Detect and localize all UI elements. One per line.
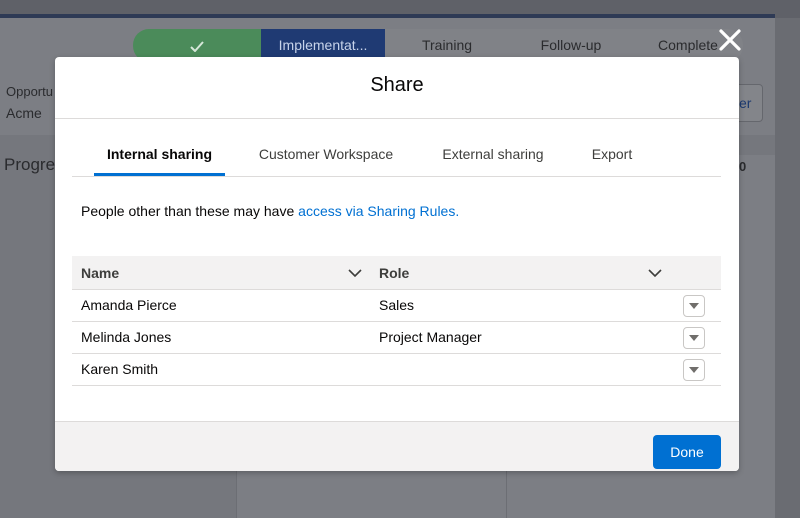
table-row: Amanda Pierce Sales [72,290,721,322]
chevron-down-icon[interactable] [648,267,662,279]
account-name: Acme [6,105,42,121]
close-modal-button[interactable] [716,26,744,54]
caret-down-icon [689,335,699,341]
row-name: Karen Smith [81,361,159,377]
opportunity-label: Opportu [6,84,53,99]
info-text: People other than these may have [81,203,299,219]
tab-internal-sharing[interactable]: Internal sharing [94,137,225,176]
tab-external-sharing[interactable]: External sharing [432,137,554,177]
table-row: Melinda Jones Project Manager [72,322,721,354]
sharing-info-text: People other than these may have access … [81,203,459,219]
row-actions-button[interactable] [683,295,705,317]
modal-title: Share [370,74,424,96]
background-right-edge [775,18,800,518]
modal-header: Share [55,57,739,119]
table-header: Name Role [72,256,721,290]
column-header-name[interactable]: Name [81,256,119,290]
row-name: Melinda Jones [81,329,172,345]
sharing-table: Name Role Amanda Pierce Sales Melinda Jo… [72,256,721,386]
tab-customer-workspace[interactable]: Customer Workspace [247,137,405,177]
done-button[interactable]: Done [653,435,721,469]
row-role: Project Manager [379,329,482,345]
tab-export[interactable]: Export [582,137,642,177]
sharing-rules-link[interactable]: access via Sharing Rules. [298,203,459,219]
background-count: 0 [739,159,747,174]
row-actions-button[interactable] [683,359,705,381]
row-role: Sales [379,297,415,313]
row-name: Amanda Pierce [81,297,177,313]
caret-down-icon [689,367,699,373]
share-modal: Share Internal sharing Customer Workspac… [55,57,739,471]
header-action-button[interactable]: er [735,84,763,122]
header-action-label: er [739,95,752,111]
close-icon [719,29,741,51]
chevron-down-icon[interactable] [348,267,362,279]
column-header-role[interactable]: Role [379,256,409,290]
modal-footer: Done [55,421,739,471]
table-row: Karen Smith [72,354,721,386]
share-tabs: Internal sharing Customer Workspace Exte… [72,137,721,177]
check-icon [190,41,204,53]
row-actions-button[interactable] [683,327,705,349]
caret-down-icon [689,303,699,309]
